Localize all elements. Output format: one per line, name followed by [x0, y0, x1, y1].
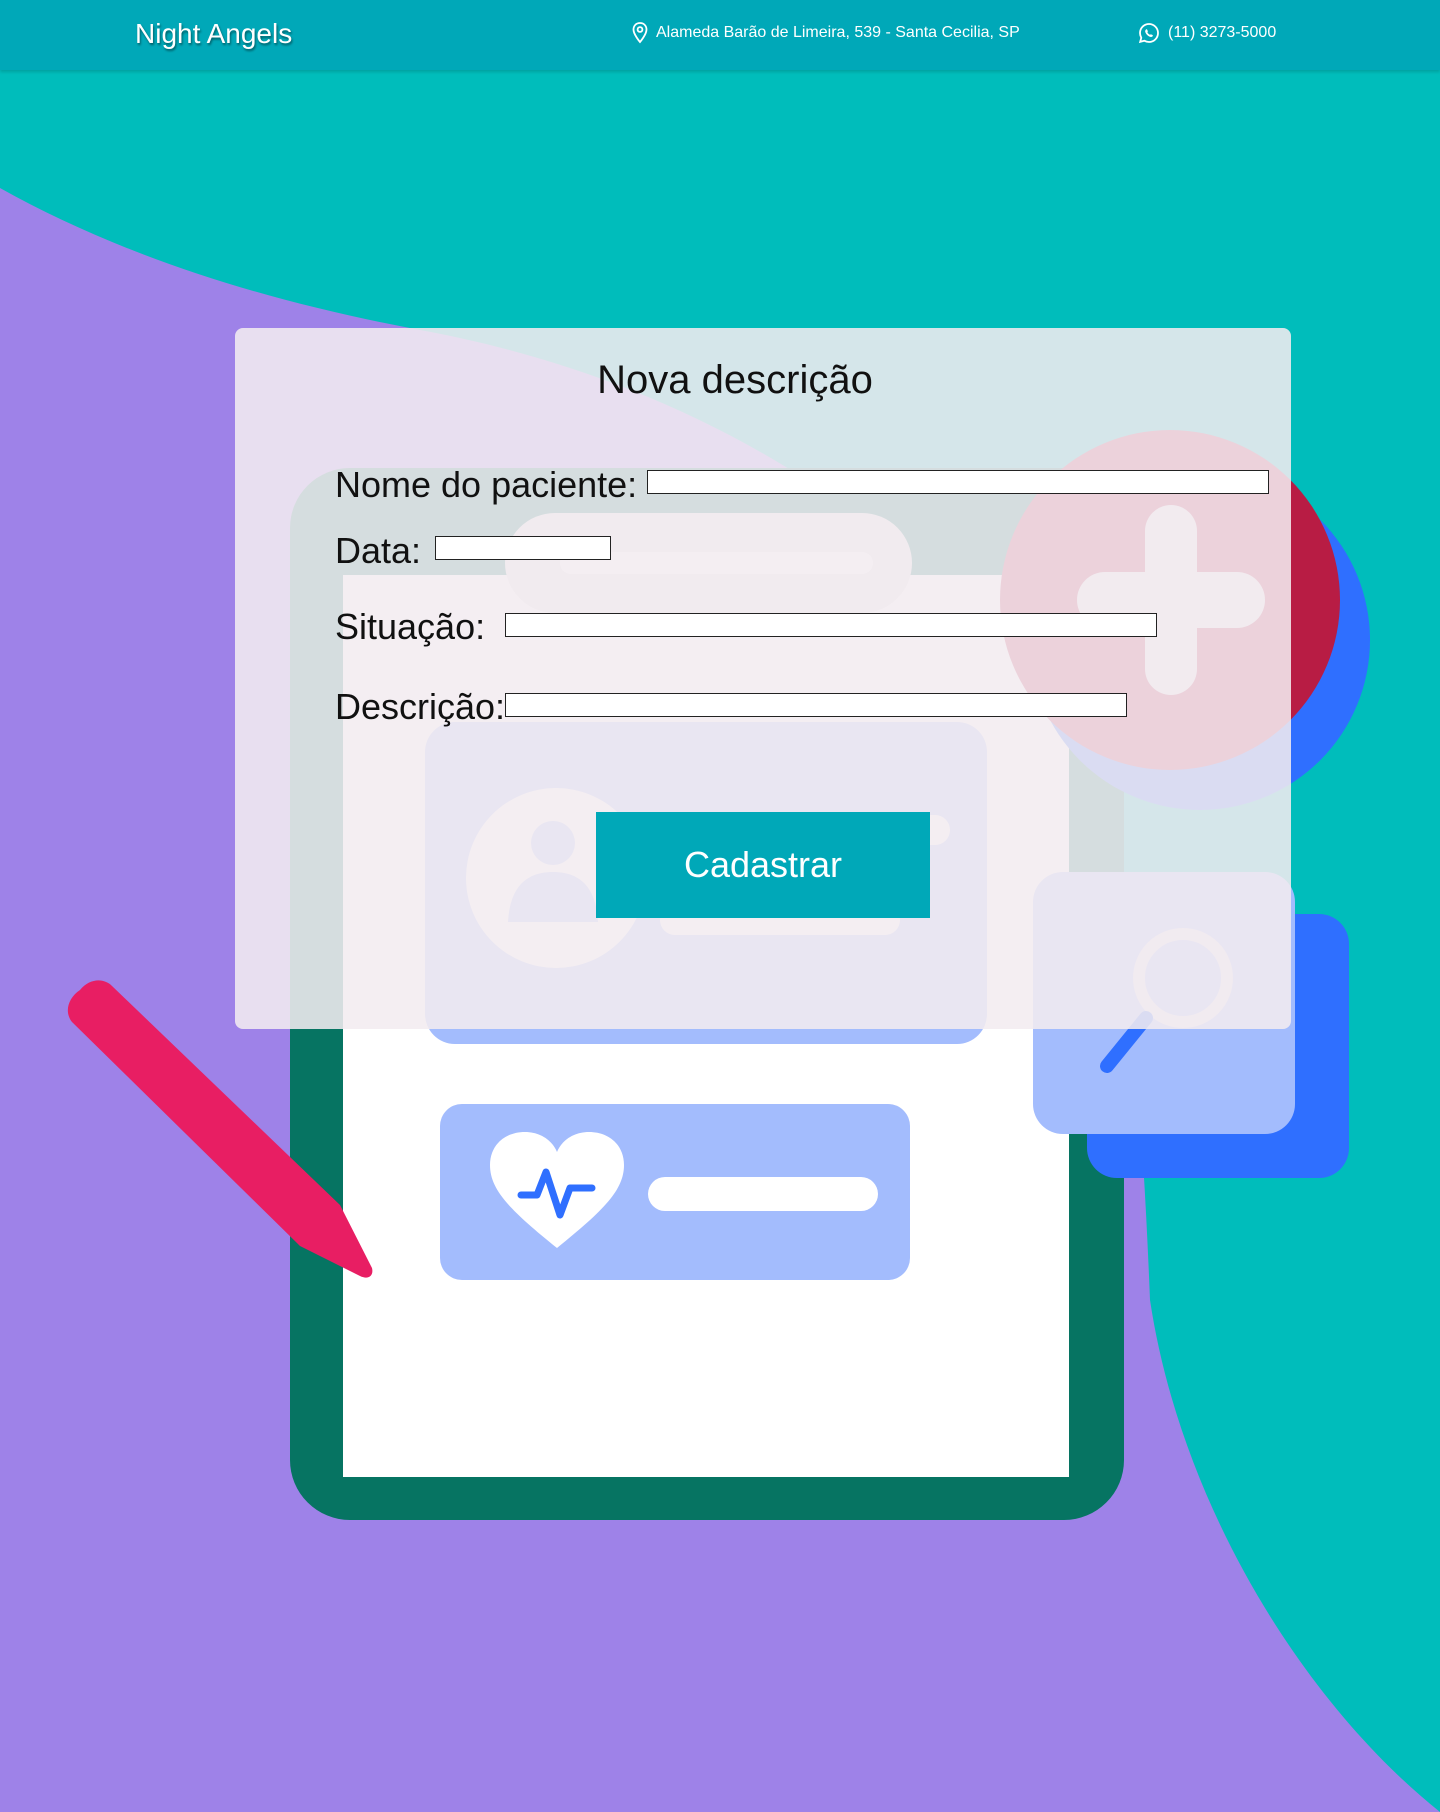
form-title: Nova descrição	[597, 358, 873, 402]
address-text: Alameda Barão de Limeira, 539 - Santa Ce…	[656, 24, 1020, 41]
patient-name-label: Nome do paciente:	[335, 464, 638, 505]
date-label: Data:	[335, 530, 422, 571]
map-pin-icon	[632, 22, 648, 44]
status-input[interactable]	[505, 613, 1157, 637]
description-label: Descrição:	[335, 686, 506, 727]
description-input[interactable]	[505, 693, 1127, 717]
date-input[interactable]	[435, 536, 611, 560]
phone-info: (11) 3273-5000	[1138, 22, 1276, 44]
address-info: Alameda Barão de Limeira, 539 - Santa Ce…	[632, 22, 1020, 44]
status-label: Situação:	[335, 606, 486, 647]
whatsapp-icon	[1138, 22, 1160, 44]
top-bar: Night Angels Alameda Barão de Limeira, 5…	[0, 0, 1440, 70]
submit-button[interactable]: Cadastrar	[596, 812, 930, 918]
brand-logo-text[interactable]: Night Angels	[135, 18, 292, 50]
patient-name-input[interactable]	[647, 470, 1269, 494]
new-description-form-card: Nova descrição Nome do paciente: Data: S…	[235, 328, 1291, 1029]
phone-text[interactable]: (11) 3273-5000	[1168, 24, 1276, 42]
